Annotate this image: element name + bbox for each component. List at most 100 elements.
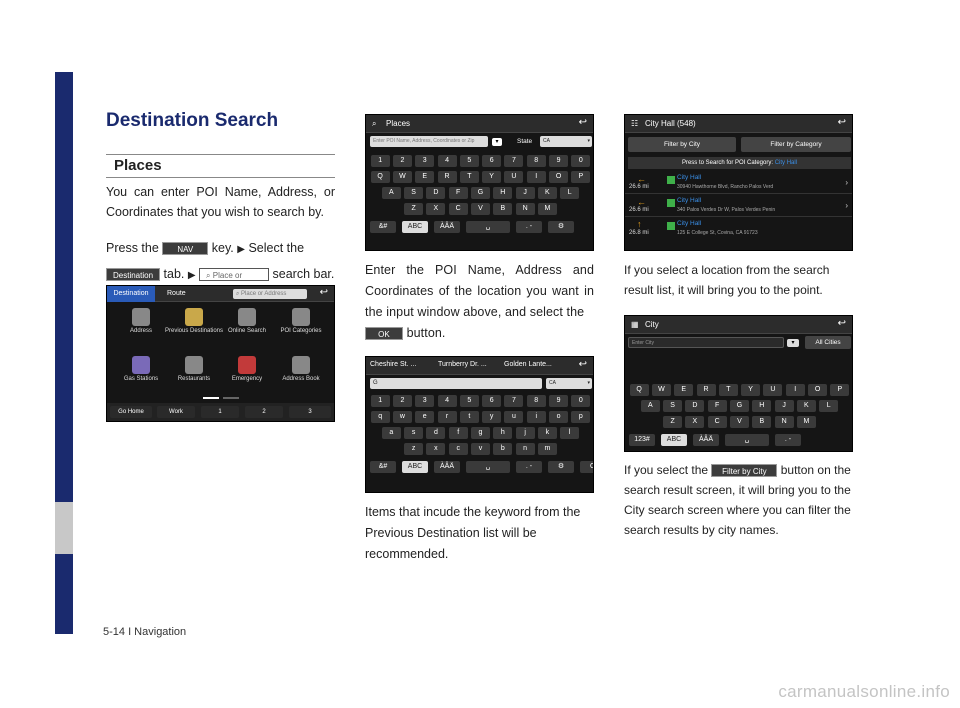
key-4: 4 — [437, 395, 457, 407]
result-item: ↑ 26.8 mi City Hall 125 E College St, Covin… — [625, 218, 852, 240]
key-5: 5 — [459, 395, 479, 407]
key-b: B — [493, 203, 513, 215]
screen-title: Places — [386, 119, 411, 128]
key-c: C — [448, 203, 468, 215]
chevron-down-icon: ▾ — [587, 138, 590, 144]
arrow-right-icon: ▶ — [187, 270, 196, 281]
text: 340 Palos Verdes Dr W, Palos Verdes Peni… — [677, 207, 776, 213]
city-search-screenshot: ▦ City ↩ Enter City ▾ All Cities QWERTYUIO… — [624, 315, 853, 452]
back-icon: ↩ — [837, 318, 846, 329]
key-g: G — [730, 400, 749, 412]
chapter-sidebar — [55, 72, 73, 634]
key-bottom-0: &# — [370, 221, 396, 233]
key-z: Z — [663, 416, 683, 428]
text: City Hall — [774, 160, 798, 166]
key-f: f — [448, 427, 468, 439]
key-bottom-0: &# — [370, 461, 396, 473]
search-results-screenshot: ☷ City Hall (548) ↩ Filter by City Filter … — [624, 114, 853, 251]
key-z: Z — [404, 203, 424, 215]
key-t: t — [459, 411, 479, 423]
text: Place or Address — [241, 291, 287, 297]
key-v: v — [471, 443, 490, 455]
places-keyboard-screenshot: ⌕ Places ↩ Enter POI Name, Address, Coordi… — [365, 114, 594, 251]
key-w: W — [392, 171, 412, 183]
text: Restaurants — [177, 376, 211, 382]
key-r: r — [437, 411, 457, 423]
key-k: k — [537, 427, 557, 439]
key-j: j — [515, 427, 535, 439]
key-f: F — [448, 187, 468, 199]
key-s: S — [404, 187, 424, 199]
section-title: Places — [114, 157, 162, 174]
text: CA — [549, 380, 556, 386]
page-indicator — [203, 397, 219, 399]
key-bottom-0: 123# — [629, 434, 655, 446]
key-9: 9 — [549, 395, 569, 407]
key-m: M — [796, 416, 816, 428]
key-v: V — [471, 203, 490, 215]
key-u: u — [504, 411, 524, 423]
text: 26.8 mi — [629, 230, 649, 236]
fav-1-button: 1 — [201, 406, 239, 418]
recent-item: Cheshire St. ... — [370, 361, 417, 368]
search-icon: ⌕ — [206, 271, 211, 281]
direction-arrow-icon: ↑ — [637, 219, 642, 229]
left-paragraph-2: Press the NAV key. ▶ Select the Destinat… — [106, 236, 335, 293]
poi-icon — [667, 222, 675, 230]
key-y: Y — [741, 384, 761, 396]
chevron-down-icon: ▾ — [587, 380, 590, 386]
filter-by-city-button: Filter by City — [628, 137, 736, 152]
search-bar-button: ⌕ Place or Address — [199, 268, 270, 293]
key-3: 3 — [415, 395, 435, 407]
key-d: D — [685, 400, 705, 412]
key-t: T — [459, 171, 479, 183]
poi-input: Enter POI Name, Address, Coordinates or … — [370, 136, 488, 147]
key-g: G — [471, 187, 490, 199]
key-e: e — [415, 411, 435, 423]
text: Address — [129, 328, 152, 334]
destination-menu-screenshot: Destination Route ⌕ Place or Address ↩ A… — [106, 285, 335, 422]
text: City Hall — [677, 174, 702, 181]
key-t: T — [718, 384, 738, 396]
key-f: F — [707, 400, 727, 412]
menu-address: Address — [111, 308, 171, 334]
poi-input: G — [370, 378, 542, 389]
menu-online: Online Search — [217, 308, 277, 334]
key-o: O — [808, 384, 828, 396]
key-x: x — [426, 443, 446, 455]
key-bottom-4: . - — [516, 461, 542, 473]
key-y: Y — [482, 171, 502, 183]
key-b: B — [752, 416, 772, 428]
key-e: E — [415, 171, 435, 183]
chevron-right-icon: › — [845, 201, 848, 210]
gas-icon — [132, 356, 150, 374]
text: City Hall — [677, 220, 702, 227]
page-title: Destination Search — [106, 110, 279, 131]
key-j: J — [774, 400, 794, 412]
key-o: O — [549, 171, 569, 183]
mid-paragraph-1: Enter the POI Name, Address and Coordina… — [365, 260, 594, 344]
key-d: d — [426, 427, 446, 439]
key-w: W — [651, 384, 671, 396]
ok-button: OK — [365, 327, 403, 341]
history-icon — [185, 308, 203, 326]
text: Online Search — [227, 328, 267, 334]
key-a: A — [640, 400, 660, 412]
key-3: 3 — [415, 155, 435, 167]
key-z: z — [404, 443, 424, 455]
dropdown-icon: ▾ — [492, 138, 502, 146]
fav-2-button: 2 — [245, 406, 283, 418]
globe-icon — [238, 308, 256, 326]
text: Emergency — [231, 376, 263, 382]
recent-item: Turnberry Dr. ... — [438, 361, 487, 368]
state-field: CA ▾ — [546, 378, 592, 389]
text: POI Categories — [280, 328, 322, 334]
poi-icon — [667, 176, 675, 184]
filter-by-city-button: Filter by City — [711, 464, 778, 478]
key-bottom-3: ␣ — [725, 434, 769, 446]
text: If you select the — [624, 463, 709, 477]
text: button. — [406, 326, 446, 340]
key-p: P — [571, 171, 591, 183]
poi-category-bar: Press to Search for POI Category: City H… — [628, 157, 851, 169]
chevron-right-icon: › — [845, 178, 848, 187]
